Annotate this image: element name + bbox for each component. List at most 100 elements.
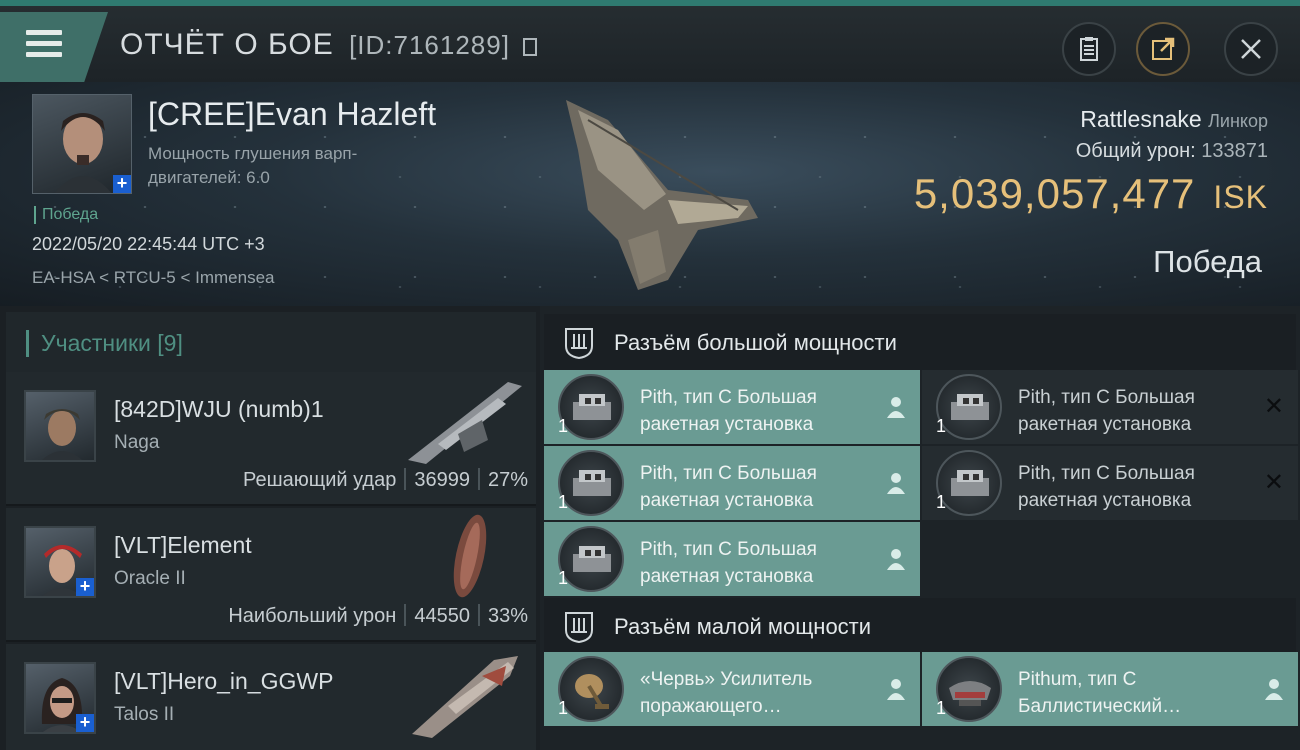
participant-ship-image[interactable]	[398, 510, 528, 602]
module-name: Pith, тип C Большая ракетная установка	[640, 536, 870, 590]
participants-title: Участники [9]	[26, 330, 183, 357]
module-name-line: ракетная установка	[640, 490, 814, 511]
participant-avatar[interactable]: +	[24, 662, 96, 734]
add-contact-icon[interactable]: +	[76, 577, 94, 596]
module-name-line: Pith, тип C Большая	[640, 539, 817, 560]
low-slot-icon	[565, 612, 593, 644]
module-name: Pithum, тип C Баллистический…	[1018, 666, 1248, 720]
module-name-line: поражающего…	[640, 696, 782, 717]
module-name-line: Pithum, тип C	[1018, 669, 1137, 690]
clipboard-icon	[1080, 37, 1098, 61]
person-icon	[887, 397, 905, 418]
participant-ship-image[interactable]	[398, 374, 528, 466]
stat-divider	[404, 604, 407, 626]
isk-unit: ISK	[1213, 179, 1268, 215]
module-slot[interactable]: 1 Pithum, тип C Баллистический…	[922, 652, 1298, 726]
participants-header[interactable]: Участники [9]	[6, 312, 536, 372]
warp-strength: Мощность глушения варп-двигателей: 6.0	[148, 144, 358, 187]
module-quantity: 1	[558, 698, 569, 718]
person-icon	[887, 473, 905, 494]
module-name-line: ракетная установка	[1018, 490, 1192, 511]
high-slot-icon	[565, 328, 593, 360]
participant-percent: 33%	[487, 605, 528, 627]
add-contact-icon[interactable]: +	[113, 174, 131, 193]
share-button[interactable]	[1136, 22, 1190, 76]
module-quantity: 1	[558, 416, 569, 436]
module-quantity: 1	[936, 698, 947, 718]
isk-value: 5,039,057,477 ISK	[914, 170, 1268, 218]
stat-divider	[477, 468, 480, 490]
high-slots-header: Разъём большой мощности	[544, 314, 1296, 370]
kill-location[interactable]: EA-HSA < RTCU-5 < Immensea	[32, 268, 275, 288]
module-quantity: 1	[936, 492, 947, 512]
participant-role: Наибольший урон	[228, 605, 397, 627]
top-bar: ОТЧЁТ О БОЕ [ID:7161289]	[0, 0, 1300, 82]
stat-divider	[404, 468, 407, 490]
participant-role: Решающий удар	[242, 469, 397, 491]
battle-result: Победа	[1153, 244, 1262, 279]
module-quantity: 1	[558, 492, 569, 512]
participant-ship: Oracle II	[114, 568, 186, 589]
page-title: ОТЧЁТ О БОЕ [ID:7161289]	[120, 28, 538, 62]
victim-ship-image[interactable]	[548, 90, 768, 300]
module-name-line: «Червь» Усилитель	[640, 669, 813, 690]
module-name-line: Pith, тип C Большая	[1018, 387, 1195, 408]
missile-launcher-icon	[951, 470, 989, 496]
module-slot[interactable]: 1 Pith, тип C Большая ракетная установка	[544, 370, 920, 444]
destroyed-icon: ✕	[1263, 393, 1284, 420]
module-name-line: Баллистический…	[1018, 696, 1182, 717]
close-icon	[1241, 39, 1261, 59]
victim-portrait[interactable]: +	[32, 94, 132, 194]
module-slot[interactable]: 1 Pith, тип C Большая ракетная установка	[544, 446, 920, 520]
missile-launcher-icon	[573, 394, 611, 420]
ship-info: Rattlesnake Линкор	[1080, 106, 1268, 133]
participant-avatar[interactable]: +	[24, 526, 96, 598]
participant-ship: Naga	[114, 432, 160, 453]
module-slot[interactable]: 1 Pith, тип C Большая ракетная установка	[544, 522, 920, 596]
copy-icon[interactable]	[523, 38, 538, 56]
participant-avatar[interactable]	[24, 390, 96, 462]
participant-name[interactable]: [VLT]Element	[114, 532, 252, 559]
participant-damage: 36999	[414, 469, 470, 491]
module-slot[interactable]: 1 Pith, тип C Большая ракетная установка …	[922, 446, 1298, 520]
participant-damage: 44550	[414, 605, 470, 627]
participant-percent: 27%	[487, 469, 528, 491]
stat-divider	[477, 604, 480, 626]
module-name-line: Pith, тип C Большая	[640, 387, 817, 408]
module-name: Pith, тип C Большая ракетная установка	[1018, 460, 1248, 514]
low-slots-title: Разъём малой мощности	[614, 614, 872, 639]
high-slots-title: Разъём большой мощности	[614, 330, 897, 355]
menu-button[interactable]	[0, 12, 108, 82]
participant-stats: Наибольший урон 44550 33%	[228, 604, 528, 628]
participant-ship-image[interactable]	[398, 646, 528, 738]
module-slot[interactable]: 1 Pith, тип C Большая ракетная установка …	[922, 370, 1298, 444]
satellite-dish-icon	[575, 674, 609, 709]
ship-name[interactable]: Rattlesnake	[1080, 106, 1201, 132]
module-name: «Червь» Усилитель поражающего…	[640, 666, 870, 720]
destroyed-icon: ✕	[1263, 469, 1284, 496]
module-name: Pith, тип C Большая ракетная установка	[1018, 384, 1248, 438]
module-name-line: ракетная установка	[1018, 414, 1192, 435]
report-id: [ID:7161289]	[349, 30, 510, 60]
damage-label: Общий урон:	[1075, 140, 1196, 162]
clipboard-button[interactable]	[1062, 22, 1116, 76]
module-quantity: 1	[558, 568, 569, 588]
missile-launcher-icon	[951, 394, 989, 420]
participant-row[interactable]: [842D]WJU (numb)1 Naga Решающий удар 3699…	[6, 372, 536, 506]
page-title-text: ОТЧЁТ О БОЕ	[120, 28, 334, 61]
person-icon	[1265, 679, 1283, 700]
total-damage: Общий урон: 133871	[1076, 140, 1268, 163]
module-name-line: ракетная установка	[640, 414, 814, 435]
module-slot[interactable]: 1 «Червь» Усилитель поражающего…	[544, 652, 920, 726]
add-contact-icon[interactable]: +	[76, 713, 94, 732]
participant-name[interactable]: [842D]WJU (numb)1	[114, 396, 324, 423]
low-slots-header: Разъём малой мощности	[544, 598, 1296, 654]
participant-row[interactable]: + [VLT]Element Oracle II Наибольший урон…	[6, 508, 536, 642]
victim-summary: + [CREE]Evan Hazleft Мощность глушения в…	[0, 82, 1300, 306]
close-button[interactable]	[1224, 22, 1278, 76]
participant-row[interactable]: + [VLT]Hero_in_GGWP Talos II	[6, 644, 536, 750]
damage-value: 133871	[1201, 140, 1268, 162]
victim-name[interactable]: [CREE]Evan Hazleft	[148, 96, 436, 133]
participant-name[interactable]: [VLT]Hero_in_GGWP	[114, 668, 333, 695]
hamburger-icon	[26, 30, 62, 63]
